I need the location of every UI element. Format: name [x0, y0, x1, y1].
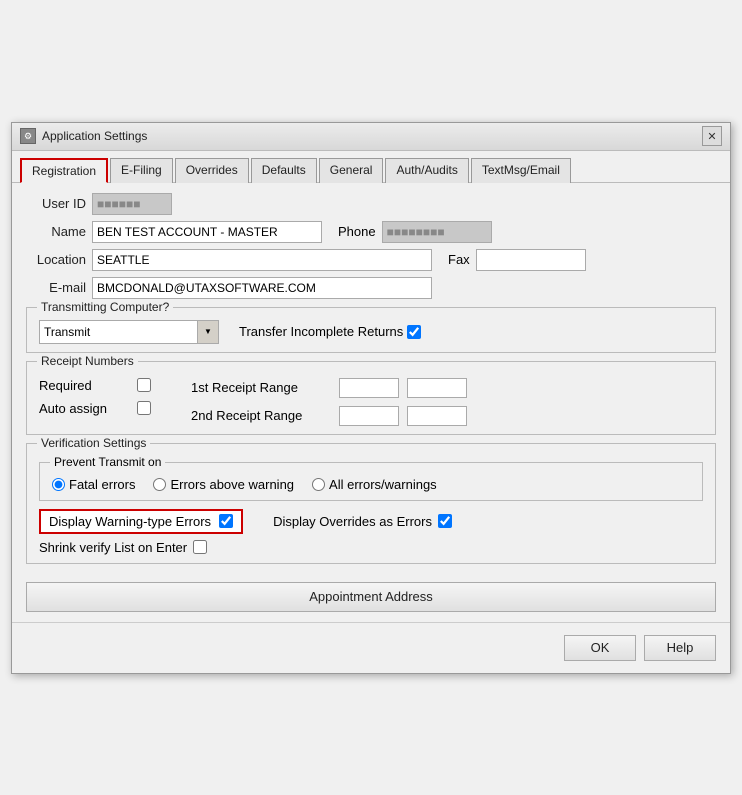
- tab-textmsg-email[interactable]: TextMsg/Email: [471, 158, 571, 183]
- fax-input[interactable]: [476, 249, 586, 271]
- auto-assign-label: Auto assign: [39, 401, 129, 416]
- errors-above-radio-item[interactable]: Errors above warning: [153, 477, 294, 492]
- name-row: Name Phone: [26, 221, 716, 243]
- prevent-transmit-group: Prevent Transmit on Fatal errors Errors …: [39, 462, 703, 501]
- shrink-verify-checkbox[interactable]: [193, 540, 207, 554]
- user-id-row: User ID: [26, 193, 716, 215]
- receipt-legend: Receipt Numbers: [37, 354, 138, 368]
- tab-efiling[interactable]: E-Filing: [110, 158, 173, 183]
- second-range-label: 2nd Receipt Range: [191, 408, 331, 423]
- auto-assign-row: Auto assign: [39, 401, 151, 416]
- receipt-numbers-group: Receipt Numbers Required Auto assign 1st…: [26, 361, 716, 435]
- errors-above-radio[interactable]: [153, 478, 166, 491]
- transmitting-legend: Transmitting Computer?: [37, 300, 173, 314]
- bottom-bar: OK Help: [12, 622, 730, 673]
- application-window: ⚙ Application Settings ✕ Registration E-…: [11, 122, 731, 674]
- tab-general[interactable]: General: [319, 158, 384, 183]
- window-icon: ⚙: [20, 128, 36, 144]
- second-range-input-1[interactable]: [339, 406, 399, 426]
- first-range-input-2[interactable]: [407, 378, 467, 398]
- user-id-input[interactable]: [92, 193, 172, 215]
- fax-label: Fax: [448, 252, 470, 267]
- content-area: User ID Name Phone Location Fax E-mail: [12, 182, 730, 622]
- shrink-verify-row: Shrink verify List on Enter: [39, 540, 703, 555]
- name-input[interactable]: [92, 221, 322, 243]
- title-bar: ⚙ Application Settings ✕: [12, 123, 730, 151]
- location-label: Location: [26, 252, 86, 267]
- user-id-label: User ID: [26, 196, 86, 211]
- prevent-legend: Prevent Transmit on: [50, 455, 165, 469]
- verification-legend: Verification Settings: [37, 436, 150, 450]
- transfer-label: Transfer Incomplete Returns: [239, 324, 403, 339]
- required-label: Required: [39, 378, 129, 393]
- shrink-verify-label: Shrink verify List on Enter: [39, 540, 187, 555]
- display-overrides-checkbox[interactable]: [438, 514, 452, 528]
- display-overrides-row: Display Overrides as Errors: [273, 514, 452, 529]
- second-range-row: 2nd Receipt Range: [191, 406, 467, 426]
- errors-above-label: Errors above warning: [170, 477, 294, 492]
- fatal-errors-radio-item[interactable]: Fatal errors: [52, 477, 135, 492]
- help-button[interactable]: Help: [644, 635, 716, 661]
- tab-registration[interactable]: Registration: [20, 158, 108, 183]
- location-row: Location Fax: [26, 249, 716, 271]
- required-row: Required: [39, 378, 151, 393]
- name-label: Name: [26, 224, 86, 239]
- second-range-input-2[interactable]: [407, 406, 467, 426]
- fatal-errors-label: Fatal errors: [69, 477, 135, 492]
- phone-input[interactable]: [382, 221, 492, 243]
- fatal-errors-radio[interactable]: [52, 478, 65, 491]
- ok-button[interactable]: OK: [564, 635, 636, 661]
- transmit-select-wrapper: Transmit ▼: [39, 320, 219, 344]
- required-checkbox[interactable]: [137, 378, 151, 392]
- email-row: E-mail: [26, 277, 716, 299]
- transfer-checkbox[interactable]: [407, 325, 421, 339]
- tab-defaults[interactable]: Defaults: [251, 158, 317, 183]
- radio-row: Fatal errors Errors above warning All er…: [52, 477, 690, 492]
- verify-content-row: Display Warning-type Errors Display Over…: [39, 509, 703, 534]
- first-range-row: 1st Receipt Range: [191, 378, 467, 398]
- transmitting-group: Transmitting Computer? Transmit ▼ Transf…: [26, 307, 716, 353]
- all-errors-label: All errors/warnings: [329, 477, 437, 492]
- tab-overrides[interactable]: Overrides: [175, 158, 249, 183]
- display-overrides-label: Display Overrides as Errors: [273, 514, 432, 529]
- auto-assign-checkbox[interactable]: [137, 401, 151, 415]
- close-button[interactable]: ✕: [702, 126, 722, 146]
- tab-auth-audits[interactable]: Auth/Audits: [385, 158, 468, 183]
- window-title: Application Settings: [42, 129, 147, 143]
- location-input[interactable]: [92, 249, 432, 271]
- email-input[interactable]: [92, 277, 432, 299]
- display-warning-box: Display Warning-type Errors: [39, 509, 243, 534]
- phone-label: Phone: [338, 224, 376, 239]
- appointment-address-button[interactable]: Appointment Address: [26, 582, 716, 612]
- verification-group: Verification Settings Prevent Transmit o…: [26, 443, 716, 564]
- email-label: E-mail: [26, 280, 86, 295]
- display-warning-label: Display Warning-type Errors: [49, 514, 211, 529]
- transfer-wrap: Transfer Incomplete Returns: [239, 324, 421, 339]
- first-range-input-1[interactable]: [339, 378, 399, 398]
- transmit-select[interactable]: Transmit: [39, 320, 219, 344]
- all-errors-radio[interactable]: [312, 478, 325, 491]
- display-warning-checkbox[interactable]: [219, 514, 233, 528]
- all-errors-radio-item[interactable]: All errors/warnings: [312, 477, 437, 492]
- tab-bar: Registration E-Filing Overrides Defaults…: [12, 151, 730, 182]
- first-range-label: 1st Receipt Range: [191, 380, 331, 395]
